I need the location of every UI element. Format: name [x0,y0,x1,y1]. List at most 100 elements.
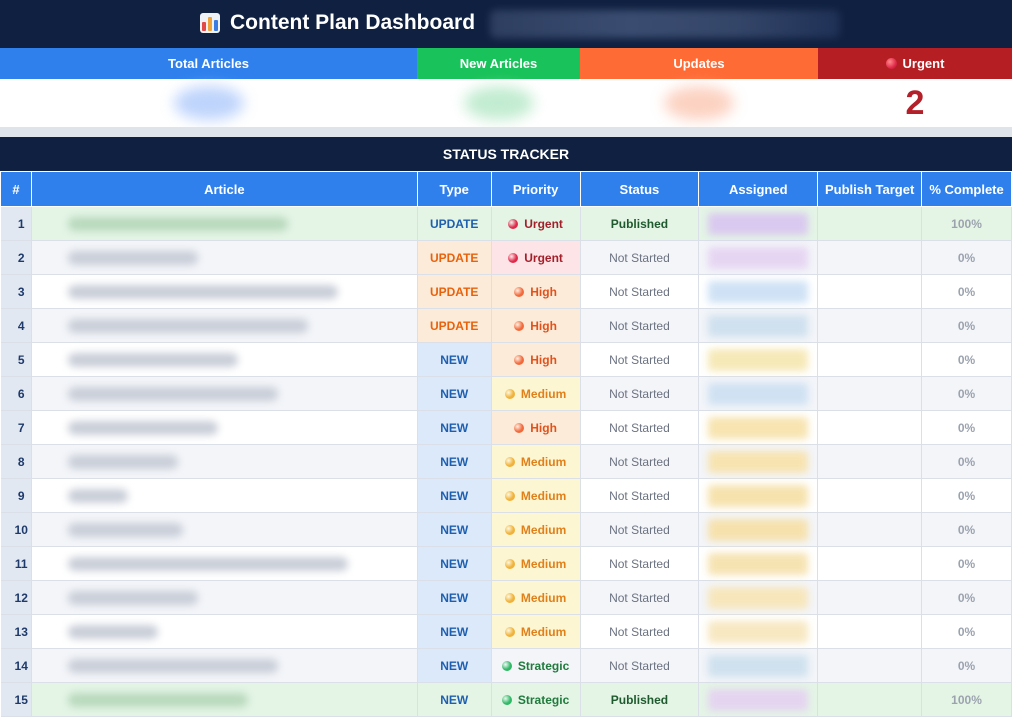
priority-cell[interactable]: Medium [491,376,581,411]
type-cell[interactable]: UPDATE [417,308,492,343]
table-row[interactable]: 7 NEW High Not Started 0% [0,410,1012,445]
type-cell[interactable]: NEW [417,512,492,547]
assigned-cell[interactable] [698,512,819,547]
status-cell[interactable]: Not Started [580,580,700,615]
priority-cell[interactable]: Medium [491,614,581,649]
publish-target-cell[interactable] [817,274,923,309]
column-header-assigned[interactable]: Assigned [698,171,819,207]
article-cell[interactable] [31,614,418,649]
priority-cell[interactable]: Medium [491,580,581,615]
column-header-priority[interactable]: Priority [490,171,581,207]
article-cell[interactable] [31,274,418,309]
publish-target-cell[interactable] [817,648,923,683]
type-cell[interactable]: NEW [417,376,492,411]
table-row[interactable]: 8 NEW Medium Not Started 0% [0,444,1012,479]
status-cell[interactable]: Not Started [580,444,700,479]
status-cell[interactable]: Published [580,682,700,717]
article-cell[interactable] [31,444,418,479]
article-cell[interactable] [31,376,418,411]
publish-target-cell[interactable] [817,410,923,445]
assigned-cell[interactable] [698,682,819,717]
type-cell[interactable]: NEW [417,546,492,581]
article-cell[interactable] [31,682,418,717]
article-cell[interactable] [31,410,418,445]
type-cell[interactable]: NEW [417,580,492,615]
assigned-cell[interactable] [698,206,819,241]
table-row[interactable]: 13 NEW Medium Not Started 0% [0,614,1012,649]
priority-cell[interactable]: High [491,308,581,343]
article-cell[interactable] [31,512,418,547]
status-cell[interactable]: Published [580,206,700,241]
type-cell[interactable]: NEW [417,410,492,445]
publish-target-cell[interactable] [817,444,923,479]
type-cell[interactable]: NEW [417,614,492,649]
table-row[interactable]: 4 UPDATE High Not Started 0% [0,308,1012,343]
article-cell[interactable] [31,240,418,275]
priority-cell[interactable]: High [491,274,581,309]
article-cell[interactable] [31,546,418,581]
article-cell[interactable] [31,342,418,377]
table-row[interactable]: 6 NEW Medium Not Started 0% [0,376,1012,411]
status-cell[interactable]: Not Started [580,410,700,445]
priority-cell[interactable]: Strategic [491,648,581,683]
type-cell[interactable]: NEW [417,648,492,683]
assigned-cell[interactable] [698,376,819,411]
column-header-type[interactable]: Type [416,171,492,207]
article-cell[interactable] [31,648,418,683]
status-cell[interactable]: Not Started [580,546,700,581]
assigned-cell[interactable] [698,240,819,275]
type-cell[interactable]: NEW [417,682,492,717]
assigned-cell[interactable] [698,614,819,649]
assigned-cell[interactable] [698,478,819,513]
article-cell[interactable] [31,478,418,513]
status-cell[interactable]: Not Started [580,376,700,411]
table-row[interactable]: 2 UPDATE Urgent Not Started 0% [0,240,1012,275]
publish-target-cell[interactable] [817,546,923,581]
assigned-cell[interactable] [698,546,819,581]
assigned-cell[interactable] [698,410,819,445]
priority-cell[interactable]: Medium [491,478,581,513]
priority-cell[interactable]: Medium [491,546,581,581]
publish-target-cell[interactable] [817,682,923,717]
table-row[interactable]: 11 NEW Medium Not Started 0% [0,546,1012,581]
assigned-cell[interactable] [698,342,819,377]
publish-target-cell[interactable] [817,240,923,275]
status-cell[interactable]: Not Started [580,614,700,649]
priority-cell[interactable]: Medium [491,444,581,479]
column-header-publish-target[interactable]: Publish Target [817,171,923,207]
type-cell[interactable]: UPDATE [417,206,492,241]
publish-target-cell[interactable] [817,376,923,411]
table-row[interactable]: 12 NEW Medium Not Started 0% [0,580,1012,615]
assigned-cell[interactable] [698,274,819,309]
priority-cell[interactable]: High [491,342,581,377]
assigned-cell[interactable] [698,308,819,343]
status-cell[interactable]: Not Started [580,274,700,309]
type-cell[interactable]: NEW [417,342,492,377]
status-cell[interactable]: Not Started [580,478,700,513]
publish-target-cell[interactable] [817,206,923,241]
table-row[interactable]: 3 UPDATE High Not Started 0% [0,274,1012,309]
column-header-article[interactable]: Article [30,171,418,207]
type-cell[interactable]: NEW [417,478,492,513]
type-cell[interactable]: UPDATE [417,274,492,309]
article-cell[interactable] [31,206,418,241]
priority-cell[interactable]: Urgent [491,206,581,241]
type-cell[interactable]: NEW [417,444,492,479]
column-header-number[interactable]: # [0,171,32,207]
table-row[interactable]: 9 NEW Medium Not Started 0% [0,478,1012,513]
column-header-percent-complete[interactable]: % Complete [921,171,1012,207]
publish-target-cell[interactable] [817,308,923,343]
status-cell[interactable]: Not Started [580,342,700,377]
table-row[interactable]: 15 NEW Strategic Published 100% [0,682,1012,717]
publish-target-cell[interactable] [817,580,923,615]
table-row[interactable]: 14 NEW Strategic Not Started 0% [0,648,1012,683]
assigned-cell[interactable] [698,580,819,615]
priority-cell[interactable]: Urgent [491,240,581,275]
status-cell[interactable]: Not Started [580,240,700,275]
status-cell[interactable]: Not Started [580,308,700,343]
assigned-cell[interactable] [698,648,819,683]
type-cell[interactable]: UPDATE [417,240,492,275]
table-row[interactable]: 1 UPDATE Urgent Published 100% [0,206,1012,241]
publish-target-cell[interactable] [817,342,923,377]
priority-cell[interactable]: Medium [491,512,581,547]
